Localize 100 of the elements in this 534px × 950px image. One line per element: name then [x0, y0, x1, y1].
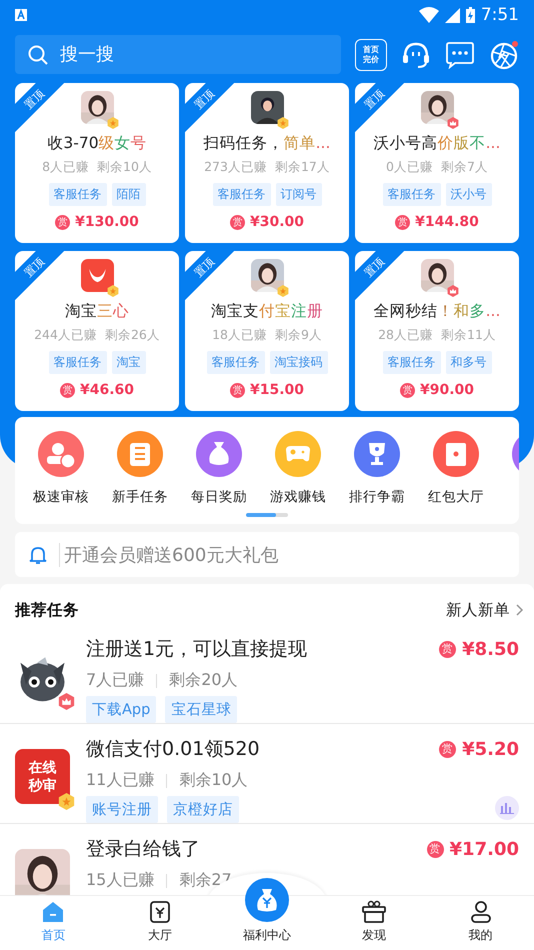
remaining-count: 剩余26人: [104, 327, 160, 344]
app-logo-icon: [80, 259, 114, 292]
reward-mark: 赏: [426, 840, 444, 858]
battery-icon: [466, 7, 475, 23]
reward-price: ¥5.20: [462, 738, 519, 760]
reward-price: ¥8.50: [462, 638, 519, 660]
card-title: 淘宝支付宝注册: [211, 301, 323, 322]
new-user-link[interactable]: 新人新单: [446, 600, 524, 620]
stats-button[interactable]: [495, 796, 519, 820]
shortcut-button[interactable]: 每日奖励: [191, 430, 247, 506]
card-title: 全网秒结！和多...: [374, 301, 500, 322]
task-tag: 客服任务: [48, 351, 106, 374]
star-badge-icon: [106, 285, 118, 297]
nav-tab[interactable]: 发现: [320, 896, 428, 950]
reward-mark: 赏: [230, 214, 245, 230]
task-tag: 账号注册: [86, 796, 158, 823]
crown-badge-icon: [58, 693, 75, 710]
reward-price: ¥15.00: [250, 382, 304, 398]
earned-count: 11人已赚: [86, 770, 154, 791]
earned-count: 15人已赚: [86, 870, 154, 891]
task-row[interactable]: 在线 秒审 微信支付0.01领520 11人已赚 剩余10人 账号注册 京橙好店 赏 ¥5.20: [0, 724, 534, 824]
nav-tab[interactable]: 大厅: [106, 896, 214, 950]
star-badge-icon: [276, 117, 288, 129]
shortcut-button[interactable]: 极速审核: [33, 430, 89, 506]
remaining-count: 剩余10人: [179, 770, 248, 791]
remaining-count: 剩余10人: [97, 159, 152, 176]
task-tag: 下载App: [86, 696, 156, 723]
star-badge-icon: [106, 117, 118, 129]
earned-count: 244人已赚: [34, 327, 97, 344]
bell-icon: [29, 544, 47, 564]
earned-count: 0人已赚: [386, 159, 433, 176]
bar-chart-icon: [500, 802, 514, 814]
task-card[interactable]: 置顶 全网秒结！和多... 28人已赚 剩余11人 客服任务 和多号 赏 ¥90.00: [355, 251, 519, 411]
wifi-icon: [418, 7, 439, 23]
task-title: 登录白给钱了: [86, 837, 201, 862]
remaining-count: 剩余9人: [274, 327, 322, 344]
shortcut-button[interactable]: 排行争霸: [349, 430, 405, 506]
card-title: 淘宝三心: [65, 301, 129, 322]
task-tag: 宝石星球: [165, 696, 238, 723]
notice-bar[interactable]: 开通会员赠送600元大礼包: [15, 532, 519, 577]
text-logo: 在线 秒审: [15, 749, 70, 804]
reward-mark: 赏: [439, 740, 456, 758]
task-title: 注册送1元，可以直接提现: [86, 637, 308, 662]
task-tag: 订阅号: [276, 183, 322, 206]
reward-mark: 赏: [400, 382, 415, 398]
bidding-badge-button[interactable]: 首页 完价: [355, 38, 387, 70]
task-card[interactable]: 置顶 淘宝支付宝注册 18人已赚 剩余9人 客服任务 淘宝接码 赏 ¥15.00: [185, 251, 349, 411]
task-card[interactable]: 置顶 淘宝三心 244人已赚 剩余26人 客服任务 淘宝 赏 ¥46.60: [15, 251, 179, 411]
nav-tab[interactable]: 我的: [427, 896, 534, 950]
card-title: 扫码任务，简单...: [204, 133, 330, 154]
task-tag: 客服任务: [212, 183, 270, 206]
reward-price: ¥30.00: [250, 214, 304, 230]
task-tag: 淘宝接码: [270, 351, 328, 374]
task-tag: 客服任务: [382, 351, 440, 374]
task-tag: 陌陌: [112, 183, 146, 206]
reward-price: ¥46.60: [80, 382, 134, 398]
notification-app-icon: [15, 9, 27, 21]
reward-price: ¥90.00: [420, 382, 474, 398]
reward-mark: 赏: [439, 640, 456, 658]
earned-count: 7人已赚: [86, 670, 144, 691]
chevron-right-icon: [516, 604, 524, 616]
signal-icon: [444, 8, 460, 22]
card-title: 收3-70级女号: [47, 133, 147, 154]
star-badge-icon: [276, 285, 288, 297]
task-tag: 淘宝: [112, 351, 146, 374]
crown-badge-icon: [446, 117, 458, 129]
search-icon: [28, 45, 48, 65]
crown-badge-icon: [446, 285, 458, 297]
reward-price: ¥17.00: [450, 838, 519, 860]
shortcut-button[interactable]: 红包大厅: [428, 430, 484, 506]
earned-count: 28人已赚: [378, 327, 433, 344]
chat-icon[interactable]: [445, 40, 475, 68]
notice-text: 开通会员赠送600元大礼包: [59, 542, 278, 566]
shutter-icon[interactable]: [489, 40, 519, 70]
shortcut-button[interactable]: 新手任务: [112, 430, 168, 506]
star-badge-icon: [58, 793, 75, 810]
task-tag: 客服任务: [382, 183, 440, 206]
task-tag: 客服任务: [48, 183, 106, 206]
shortcut-button[interactable]: 游戏赚钱: [270, 430, 326, 506]
task-card[interactable]: 置顶 沃小号高价版不... 0人已赚 剩余7人 客服任务 沃小号 赏 ¥144.80: [355, 83, 519, 243]
task-card[interactable]: 置顶 扫码任务，简单... 273人已赚 剩余17人 客服任务 订阅号 赏 ¥30.00: [185, 83, 349, 243]
reward-price: ¥144.80: [415, 214, 479, 230]
reward-mark: 赏: [55, 214, 70, 230]
earned-count: 273人已赚: [204, 159, 267, 176]
reward-mark: 赏: [230, 382, 245, 398]
task-row[interactable]: 注册送1元，可以直接提现 7人已赚 剩余20人 下载App 宝石星球 赏 ¥8.50: [0, 624, 534, 724]
task-tag: 京橙好店: [167, 796, 239, 823]
earned-count: 18人已赚: [212, 327, 267, 344]
task-card[interactable]: 置顶 收3-70级女号 8人已赚 剩余10人 客服任务 陌陌 赏 ¥130.00: [15, 83, 179, 243]
task-tag: 客服任务: [206, 351, 264, 374]
reward-mark: 赏: [395, 214, 410, 230]
status-time: 7:51: [480, 5, 519, 25]
user-icon: [468, 900, 493, 924]
remaining-count: 剩余20人: [169, 670, 238, 691]
remaining-count: 剩余11人: [441, 327, 496, 344]
reward-price: ¥130.00: [75, 214, 139, 230]
task-tag: 和多号: [446, 351, 492, 374]
card-title: 沃小号高价版不...: [374, 133, 500, 154]
section-title: 推荐任务: [15, 600, 79, 620]
search-field[interactable]: 搜一搜: [15, 35, 341, 74]
